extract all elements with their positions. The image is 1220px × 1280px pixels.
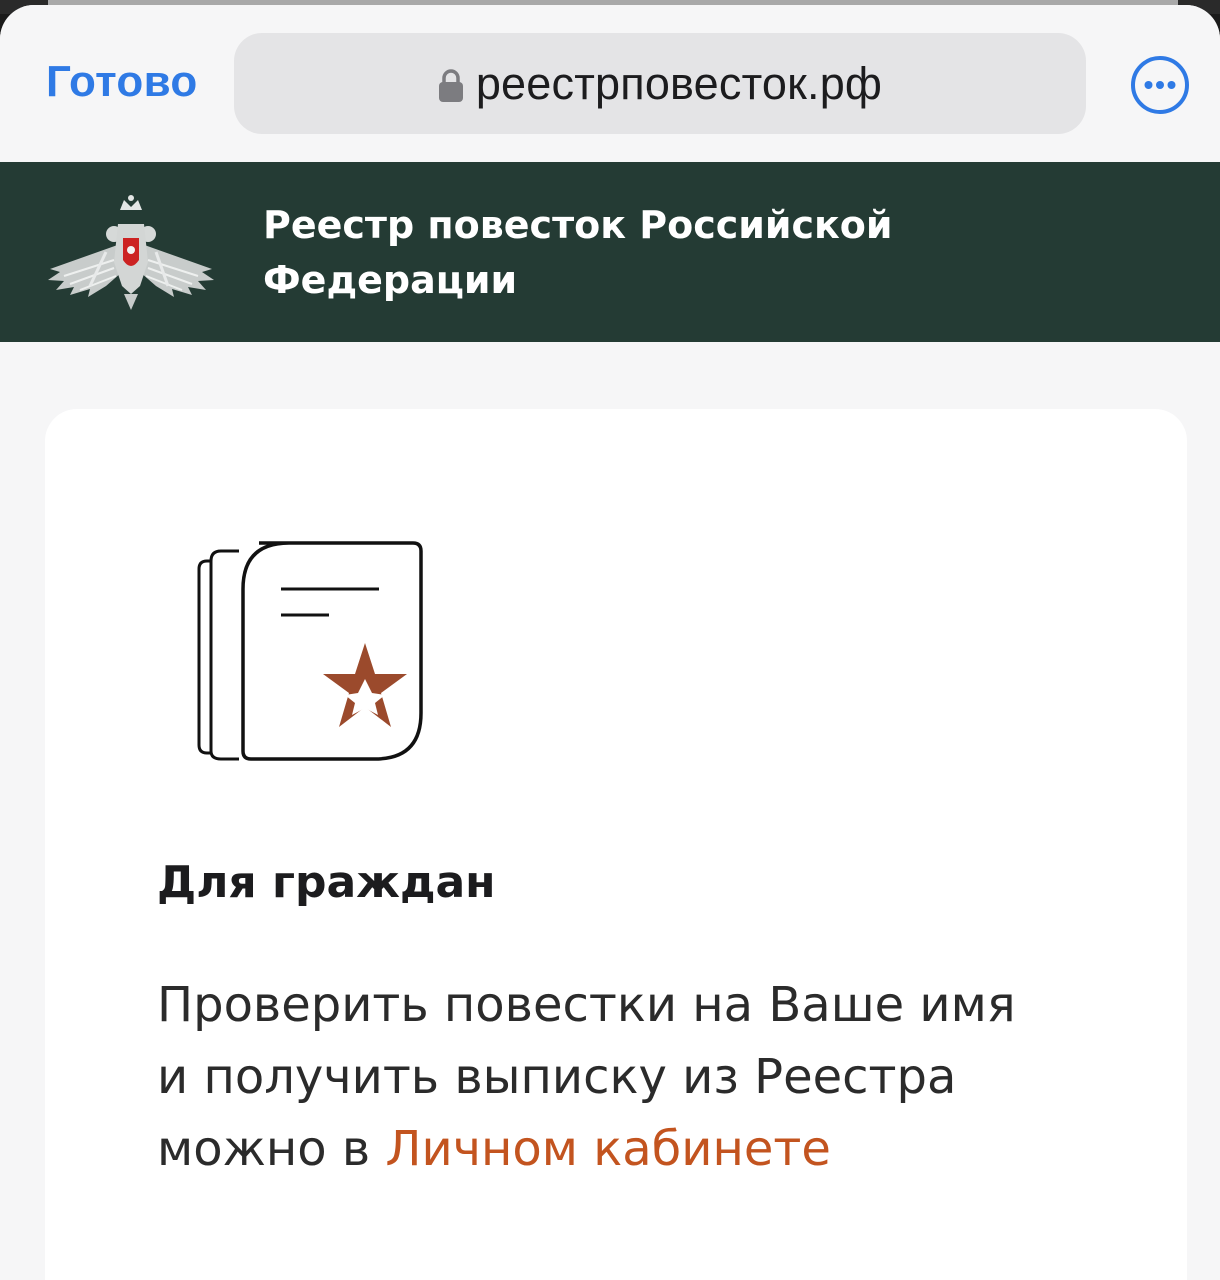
card-title: Для граждан — [157, 857, 496, 908]
more-options-icon[interactable] — [1130, 55, 1190, 115]
done-button[interactable]: Готово — [46, 57, 198, 107]
citizens-card: Для граждан Проверить повестки на Ваше и… — [45, 409, 1187, 1280]
double-headed-eagle-emblem — [48, 195, 214, 310]
browser-toolbar: Готово реестрповесток.рф — [0, 5, 1220, 162]
lock-icon — [438, 68, 463, 102]
card-description: Проверить повестки на Ваше имя и получит… — [157, 969, 1037, 1185]
url-text: реестрповесток.рф — [475, 57, 883, 109]
browser-sheet: Готово реестрповесток.рф Реестр повесток… — [0, 5, 1220, 1280]
document-with-star-icon — [197, 541, 423, 761]
screen: Готово реестрповесток.рф Реестр повесток… — [0, 0, 1220, 1280]
site-header: Реестр повесток Российской Федерации — [0, 162, 1220, 342]
site-title: Реестр повесток Российской Федерации — [263, 203, 893, 302]
address-bar[interactable]: реестрповесток.рф — [234, 33, 1086, 134]
personal-account-link[interactable]: Личном кабинете — [385, 1121, 830, 1177]
